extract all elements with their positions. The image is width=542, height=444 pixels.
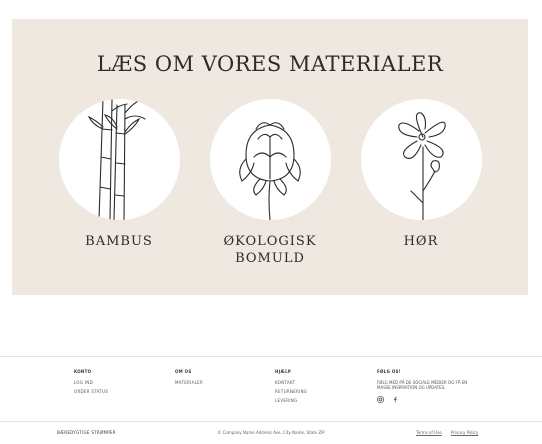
social-icons [377,396,472,404]
facebook-icon[interactable] [391,396,398,404]
footer-column-follow: FØLG OS! FØLG MED PÅ DE SOCIALE MEDIER O… [377,369,472,404]
footer-link-levering[interactable]: LEVERING [275,398,307,403]
footer-column-hjaelp: HJÆLP KONTAKT RETURNERING LEVERING [275,369,307,407]
footer-heading: HJÆLP [275,369,292,374]
material-card-hor[interactable]: HØR [356,99,486,250]
site-footer: KONTO LOG IND ORDER STATUS OM OS MATERIA… [0,356,542,443]
footer-link-kontakt[interactable]: KONTAKT [275,380,307,385]
material-name: BAMBUS [85,234,153,249]
materials-panel: LÆS OM VORES MATERIALER BAMBUS ØKOLOGISK… [12,19,528,295]
instagram-icon[interactable] [377,396,384,404]
cotton-illustration [209,99,331,220]
material-card-bambus[interactable]: BAMBUS [54,99,184,250]
material-card-okologisk-bomuld[interactable]: ØKOLOGISK BOMULD [205,99,335,267]
footer-bottom-bar: BÆREDYGTIGE STRØMPER © Company Name Addr… [0,421,542,444]
footer-heading: FØLG OS! [377,369,401,374]
footer-link-log-ind[interactable]: LOG IND [74,380,108,385]
legal-links: Terms of Use Privacy Policy [416,430,486,435]
terms-of-use-link[interactable]: Terms of Use [416,430,442,435]
material-name: HØR [403,234,439,249]
flax-flower-illustration [360,99,482,220]
footer-column-om-os: OM OS MATERIALER [175,369,203,389]
footer-heading: KONTO [74,369,92,374]
footer-heading: OM OS [175,369,192,374]
footer-link-materialer[interactable]: MATERIALER [175,380,203,385]
bamboo-illustration [58,99,180,220]
follow-text: FØLG MED PÅ DE SOCIALE MEDIER OG FÅ EN M… [377,380,468,390]
footer-column-konto: KONTO LOG IND ORDER STATUS [74,369,108,398]
footer-link-order-status[interactable]: ORDER STATUS [74,389,108,394]
panel-title: LÆS OM VORES MATERIALER [96,52,444,76]
privacy-policy-link[interactable]: Privacy Policy [451,430,478,435]
material-name: ØKOLOGISK BOMULD [223,234,317,266]
footer-link-returnering[interactable]: RETURNERING [275,389,307,394]
